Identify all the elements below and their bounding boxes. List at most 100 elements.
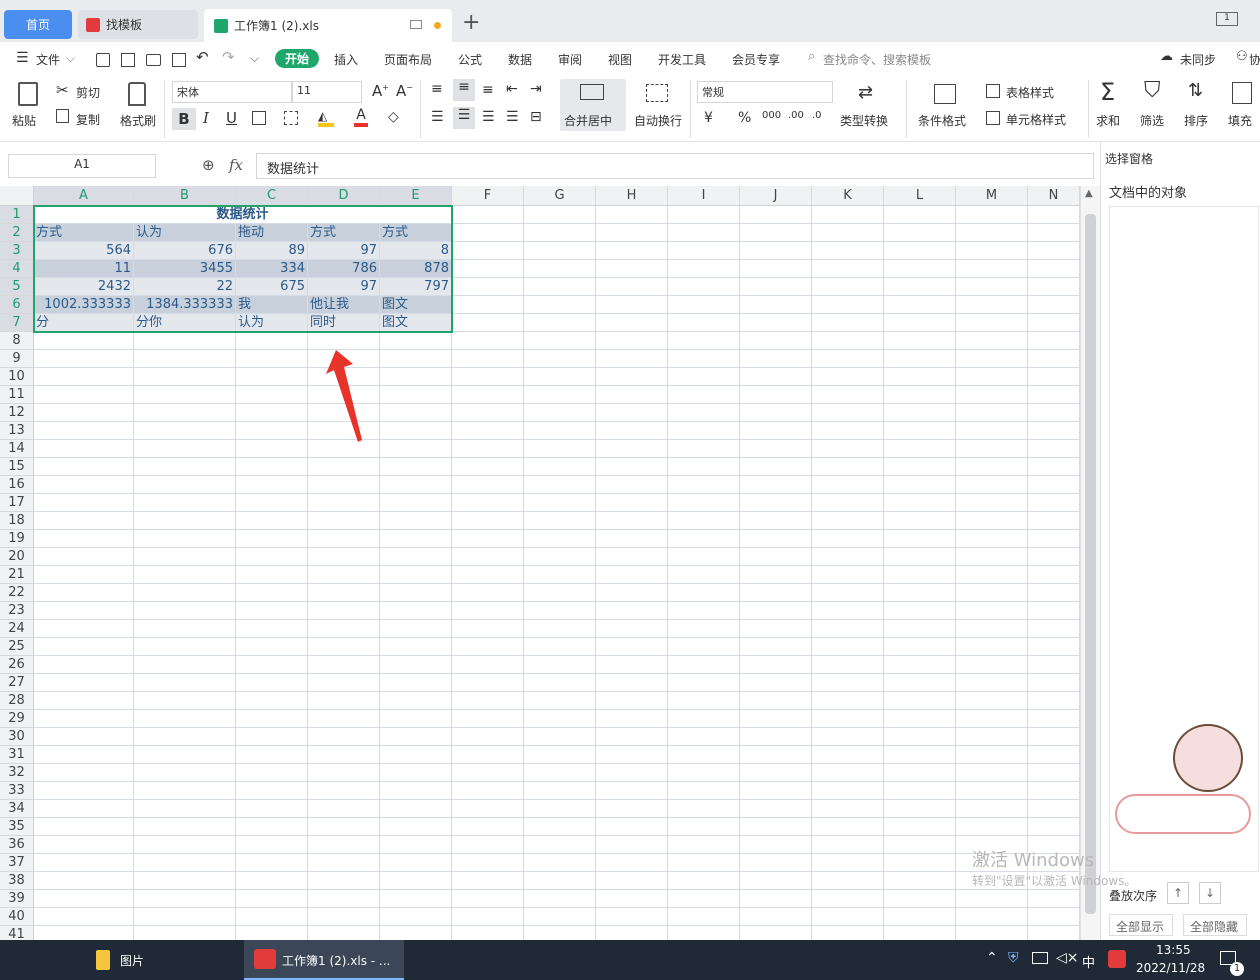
cell[interactable]: [524, 710, 596, 728]
cell[interactable]: [812, 314, 884, 332]
volume-icon[interactable]: ◁×: [1056, 950, 1079, 966]
cell[interactable]: [380, 440, 452, 458]
sync-status[interactable]: 未同步: [1180, 51, 1216, 68]
cell[interactable]: [812, 368, 884, 386]
cell[interactable]: [596, 368, 668, 386]
cell-b2[interactable]: 认为: [134, 224, 236, 242]
cell[interactable]: [740, 800, 812, 818]
cell[interactable]: [1028, 530, 1080, 548]
undo-icon[interactable]: ↶: [196, 48, 209, 66]
paste-icon[interactable]: [18, 82, 38, 106]
cell[interactable]: [236, 926, 308, 940]
cell[interactable]: [524, 926, 596, 940]
cell[interactable]: [236, 908, 308, 926]
cell[interactable]: [308, 638, 380, 656]
align-left-icon[interactable]: ☰: [431, 109, 444, 125]
cell[interactable]: [134, 440, 236, 458]
distributed-icon[interactable]: ⊟: [530, 109, 542, 125]
cell[interactable]: [308, 854, 380, 872]
cell[interactable]: [812, 674, 884, 692]
menu-review[interactable]: 审阅: [558, 51, 582, 68]
decrease-decimal-icon[interactable]: .0: [812, 110, 822, 121]
cell[interactable]: [812, 494, 884, 512]
cell[interactable]: [812, 224, 884, 242]
shield-icon[interactable]: ⛨: [1008, 950, 1019, 966]
cell[interactable]: [884, 314, 956, 332]
cell[interactable]: [308, 710, 380, 728]
underline-icon[interactable]: U: [226, 109, 237, 127]
clock-time[interactable]: 13:55: [1156, 943, 1191, 957]
cell[interactable]: [668, 422, 740, 440]
cell[interactable]: [740, 620, 812, 638]
row-header-15[interactable]: 15: [0, 458, 34, 476]
cell[interactable]: [134, 476, 236, 494]
cell[interactable]: [884, 350, 956, 368]
cell[interactable]: [812, 278, 884, 296]
cell[interactable]: [1028, 908, 1080, 926]
cell[interactable]: [452, 422, 524, 440]
file-menu[interactable]: 文件: [36, 51, 60, 68]
row-header-35[interactable]: 35: [0, 818, 34, 836]
cell[interactable]: [884, 386, 956, 404]
cell[interactable]: [668, 332, 740, 350]
cell[interactable]: [884, 278, 956, 296]
spreadsheet-grid[interactable]: ABCDEFGHIJKLMN 1 2 3 4 5 6 7 8 9 10 11 12 13 14 15 16 17…: [0, 186, 1080, 940]
row-header-27[interactable]: 27: [0, 674, 34, 692]
cell[interactable]: [1028, 800, 1080, 818]
column-header-f[interactable]: F: [452, 186, 524, 206]
cell[interactable]: [596, 764, 668, 782]
cell[interactable]: [380, 458, 452, 476]
hide-all-button[interactable]: 全部隐藏: [1183, 914, 1247, 936]
cell[interactable]: [380, 746, 452, 764]
cell[interactable]: [380, 782, 452, 800]
cell[interactable]: [308, 908, 380, 926]
column-header-m[interactable]: M: [956, 186, 1028, 206]
font-grow-icon[interactable]: A+: [372, 82, 389, 100]
cell[interactable]: [380, 800, 452, 818]
cell[interactable]: [452, 890, 524, 908]
row-header-29[interactable]: 29: [0, 710, 34, 728]
row-header-30[interactable]: 30: [0, 728, 34, 746]
cell[interactable]: [740, 602, 812, 620]
cell[interactable]: [524, 782, 596, 800]
sum-button[interactable]: 求和: [1096, 112, 1120, 129]
cell[interactable]: [308, 494, 380, 512]
ime-indicator[interactable]: 中: [1082, 952, 1095, 971]
cell[interactable]: [524, 494, 596, 512]
cell[interactable]: [236, 368, 308, 386]
cell-c3[interactable]: 89: [236, 242, 308, 260]
cell[interactable]: [956, 206, 1028, 224]
cell[interactable]: [956, 674, 1028, 692]
cell[interactable]: [308, 836, 380, 854]
cell[interactable]: [1028, 260, 1080, 278]
cell[interactable]: [134, 368, 236, 386]
cell[interactable]: [34, 800, 134, 818]
cell[interactable]: [236, 746, 308, 764]
bold-icon[interactable]: B: [172, 108, 196, 130]
cell[interactable]: [812, 260, 884, 278]
cell[interactable]: [884, 638, 956, 656]
cell[interactable]: [884, 926, 956, 940]
quick-access-chevron-icon[interactable]: ⌵: [250, 51, 259, 66]
menu-insert[interactable]: 插入: [334, 51, 358, 68]
cell[interactable]: [380, 368, 452, 386]
cell[interactable]: [524, 224, 596, 242]
cell[interactable]: [740, 836, 812, 854]
column-header-n[interactable]: N: [1028, 186, 1080, 206]
cell[interactable]: [524, 584, 596, 602]
cell[interactable]: [236, 530, 308, 548]
cell[interactable]: [236, 404, 308, 422]
cell[interactable]: [524, 800, 596, 818]
cell[interactable]: [34, 440, 134, 458]
cell[interactable]: [34, 674, 134, 692]
cell[interactable]: [524, 728, 596, 746]
select-all-corner[interactable]: [0, 186, 34, 206]
cell[interactable]: [236, 836, 308, 854]
cell[interactable]: [380, 566, 452, 584]
fill-icon[interactable]: [1232, 82, 1252, 104]
cell[interactable]: [452, 260, 524, 278]
column-header-b[interactable]: B: [134, 186, 236, 206]
cell[interactable]: [1028, 422, 1080, 440]
cell[interactable]: [452, 494, 524, 512]
cell[interactable]: [596, 224, 668, 242]
